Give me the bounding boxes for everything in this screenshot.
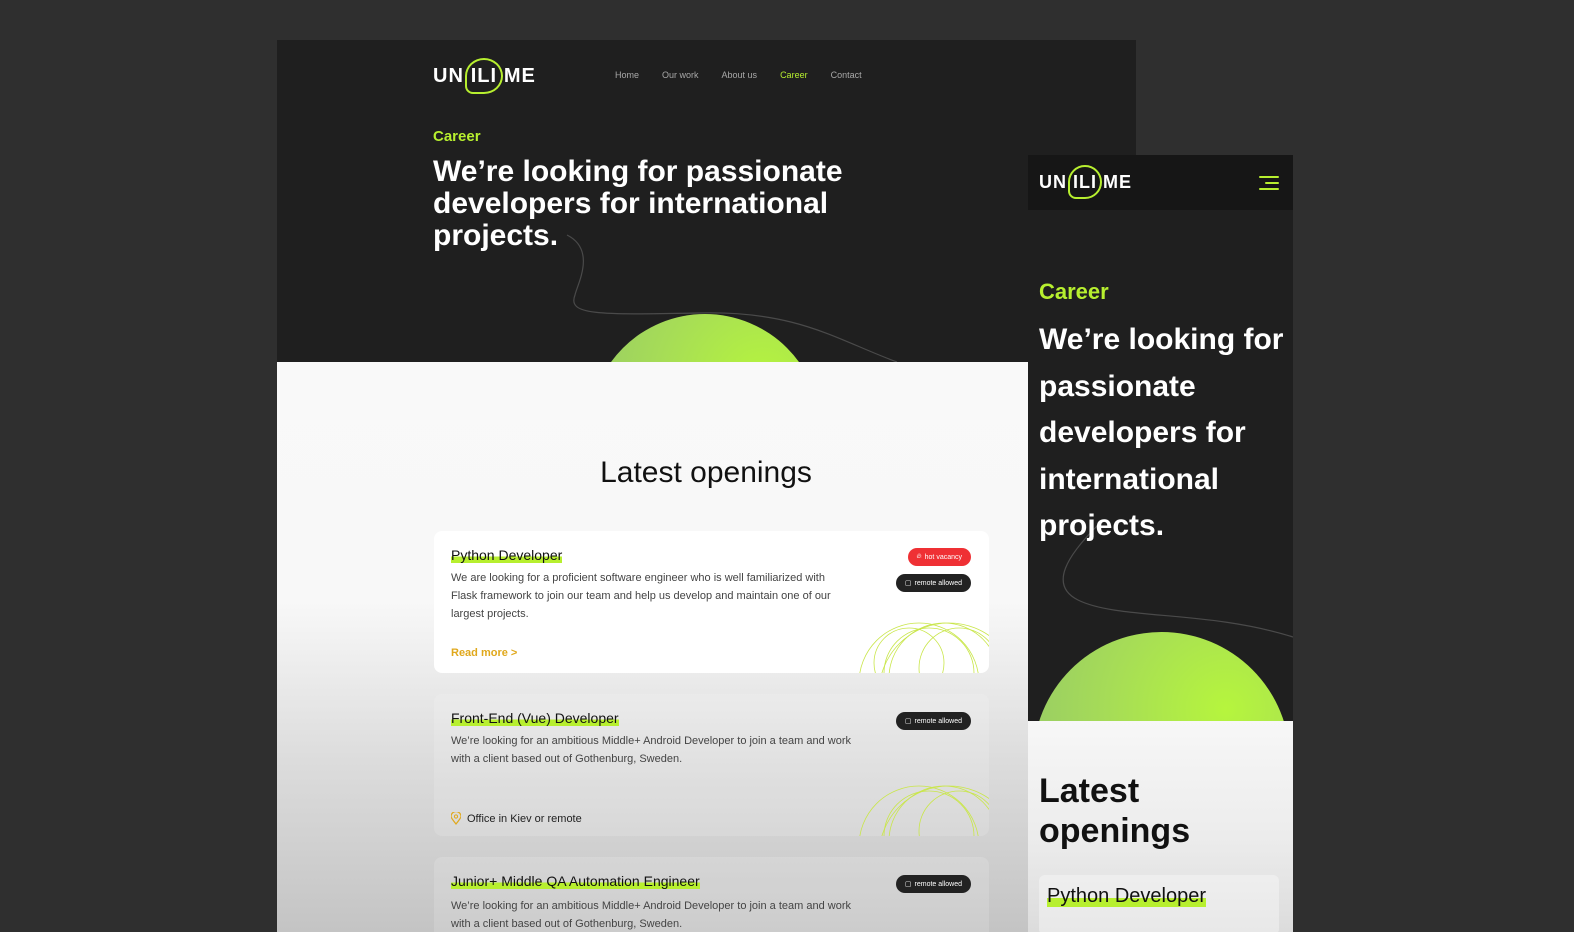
- decorative-rings: [859, 622, 989, 673]
- logo-text-right: ME: [1103, 171, 1132, 192]
- logo[interactable]: UN ILI ME: [1039, 165, 1132, 199]
- desktop-hero: UN ILI ME Home Our work About us Career …: [277, 40, 1136, 362]
- openings-section: Latest openings Python Developer: [1028, 721, 1293, 932]
- desktop-mockup: UN ILI ME Home Our work About us Career …: [277, 40, 1136, 932]
- nav-our-work[interactable]: Our work: [662, 70, 699, 80]
- decorative-rings: [859, 785, 989, 836]
- hero-title: We’re looking for passionate developers …: [433, 155, 843, 252]
- job-title[interactable]: Python Developer: [1047, 885, 1206, 908]
- logo-text-right: ME: [503, 64, 536, 87]
- job-description: We’re looking for an ambitious Middle+ A…: [451, 735, 851, 765]
- mobile-header: UN ILI ME: [1028, 155, 1293, 210]
- logo-text-mid: ILI: [1073, 171, 1097, 192]
- logo-text-mid: ILI: [470, 64, 498, 87]
- read-more-link[interactable]: Read more >: [451, 647, 517, 659]
- job-card[interactable]: Junior+ Middle QA Automation Engineer We…: [434, 857, 989, 932]
- nav-career[interactable]: Career: [780, 70, 808, 80]
- job-description: We are looking for a proficient software…: [451, 572, 831, 620]
- logo-mark: ILI: [1068, 165, 1102, 199]
- monitor-icon: ▢: [904, 718, 912, 725]
- logo-mark: ILI: [464, 58, 503, 94]
- openings-heading: Latest openings: [1039, 772, 1191, 850]
- hot-vacancy-badge: 🔥︎ hot vacancy: [907, 548, 971, 566]
- nav-contact[interactable]: Contact: [831, 70, 862, 80]
- job-description: We’re looking for an ambitious Middle+ A…: [451, 900, 851, 930]
- job-title[interactable]: Junior+ Middle QA Automation Engineer: [451, 873, 700, 889]
- job-card[interactable]: Python Developer We are looking for a pr…: [434, 531, 989, 673]
- logo[interactable]: UN ILI ME: [433, 58, 536, 94]
- job-card[interactable]: Python Developer: [1039, 875, 1279, 932]
- nav-home[interactable]: Home: [615, 70, 639, 80]
- hamburger-menu-icon[interactable]: [1257, 176, 1279, 190]
- main-nav: Home Our work About us Career Contact: [615, 70, 862, 80]
- openings-heading: Latest openings: [600, 456, 812, 489]
- hero-kicker: Career: [1039, 279, 1109, 304]
- hero-title: We’re looking for passionate developers …: [1039, 323, 1284, 542]
- remote-allowed-badge: ▢ remote allowed: [895, 712, 971, 730]
- location-pin-icon: [451, 812, 461, 825]
- job-card[interactable]: Front-End (Vue) Developer We’re looking …: [434, 694, 989, 836]
- job-title[interactable]: Front-End (Vue) Developer: [451, 710, 619, 726]
- openings-section: Latest openings Python Developer We are …: [277, 362, 1136, 932]
- logo-text-left: UN: [1039, 171, 1067, 192]
- hero-kicker: Career: [433, 128, 481, 145]
- logo-text-left: UN: [433, 64, 464, 87]
- job-location: Office in Kiev or remote: [451, 812, 582, 825]
- job-title[interactable]: Python Developer: [451, 547, 563, 563]
- remote-allowed-badge: ▢ remote allowed: [895, 875, 971, 893]
- mobile-mockup: UN ILI ME Career We’re looking for passi…: [1028, 155, 1293, 932]
- nav-about-us[interactable]: About us: [722, 70, 758, 80]
- fire-icon: 🔥︎: [916, 553, 922, 560]
- monitor-icon: ▢: [904, 881, 912, 888]
